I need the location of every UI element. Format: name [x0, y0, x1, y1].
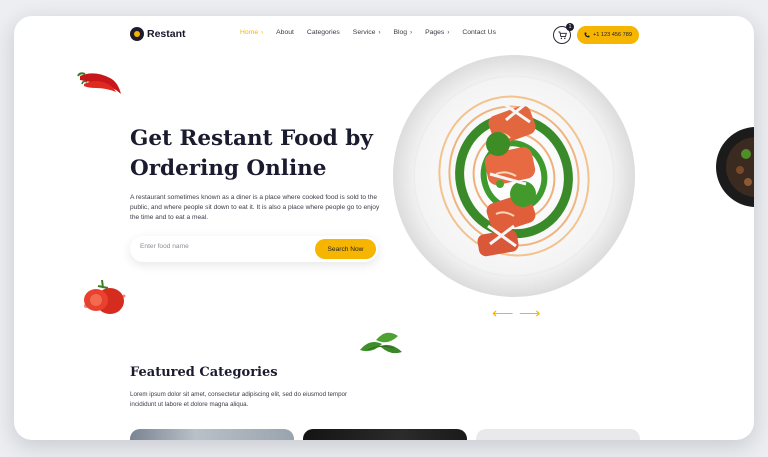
chevron-right-icon: › — [447, 29, 450, 36]
cart-icon — [557, 30, 567, 39]
nav-item-about[interactable]: About — [276, 29, 294, 36]
nav-item-categories[interactable]: Categories — [307, 29, 340, 36]
side-dish-image — [716, 127, 754, 207]
nav-label: Blog — [393, 29, 408, 36]
arrow-right-icon[interactable]: ⟶ — [519, 306, 541, 321]
chevron-right-icon: › — [261, 29, 264, 36]
arrow-left-icon[interactable]: ⟵ — [492, 306, 514, 321]
brand-name: Restant — [147, 28, 186, 40]
nav-label: About — [276, 29, 294, 36]
category-card[interactable] — [476, 429, 640, 440]
nav-item-service[interactable]: Service › — [353, 29, 381, 36]
nav-label: Service — [352, 29, 376, 36]
nav-label: Pages — [425, 29, 445, 36]
browser-frame: Restant Home › About Categories Service … — [14, 16, 754, 440]
hero-title-line-2: Ordering Online — [130, 156, 327, 181]
nav-label: Contact Us — [462, 29, 496, 36]
food-search-input[interactable] — [140, 243, 290, 250]
featured-categories-description: Lorem ipsum dolor sit amet, consectetur … — [130, 391, 348, 408]
nav-item-blog[interactable]: Blog › — [393, 29, 412, 36]
hero-plate-image — [393, 55, 635, 297]
mint-leaves-image — [360, 332, 402, 354]
brand-logo[interactable]: Restant — [130, 27, 186, 41]
chili-pepper-image — [77, 72, 121, 94]
nav-item-home[interactable]: Home › — [240, 29, 263, 36]
cart-button[interactable]: 1 — [553, 23, 574, 44]
nav-item-pages[interactable]: Pages › — [425, 29, 449, 36]
cart-count-badge: 1 — [566, 23, 574, 31]
search-now-button[interactable]: Search Now — [315, 239, 376, 259]
food-search-bar: Search Now — [130, 236, 378, 262]
featured-categories-title: Featured Categories — [130, 365, 278, 380]
nav-label: Home — [240, 29, 259, 36]
chevron-right-icon: › — [410, 29, 413, 36]
nav-item-contact[interactable]: Contact Us — [462, 29, 496, 36]
phone-button[interactable]: +1 123 456 789 — [577, 26, 639, 44]
category-card[interactable] — [303, 429, 467, 440]
tomato-image — [84, 279, 126, 314]
chevron-right-icon: › — [378, 29, 381, 36]
hero-title-line-1: Get Restant Food by — [130, 126, 373, 151]
phone-icon — [584, 32, 590, 38]
category-card[interactable] — [130, 429, 294, 440]
logo-icon — [130, 27, 144, 41]
nav-label: Categories — [306, 29, 340, 36]
hero-description: A restaurant sometimes known as a diner … — [130, 194, 380, 221]
phone-number: +1 123 456 789 — [592, 32, 633, 38]
hero-title: Get Restant Food by Ordering Online — [130, 124, 390, 184]
main-nav: Home › About Categories Service › Blog ›… — [240, 29, 496, 36]
